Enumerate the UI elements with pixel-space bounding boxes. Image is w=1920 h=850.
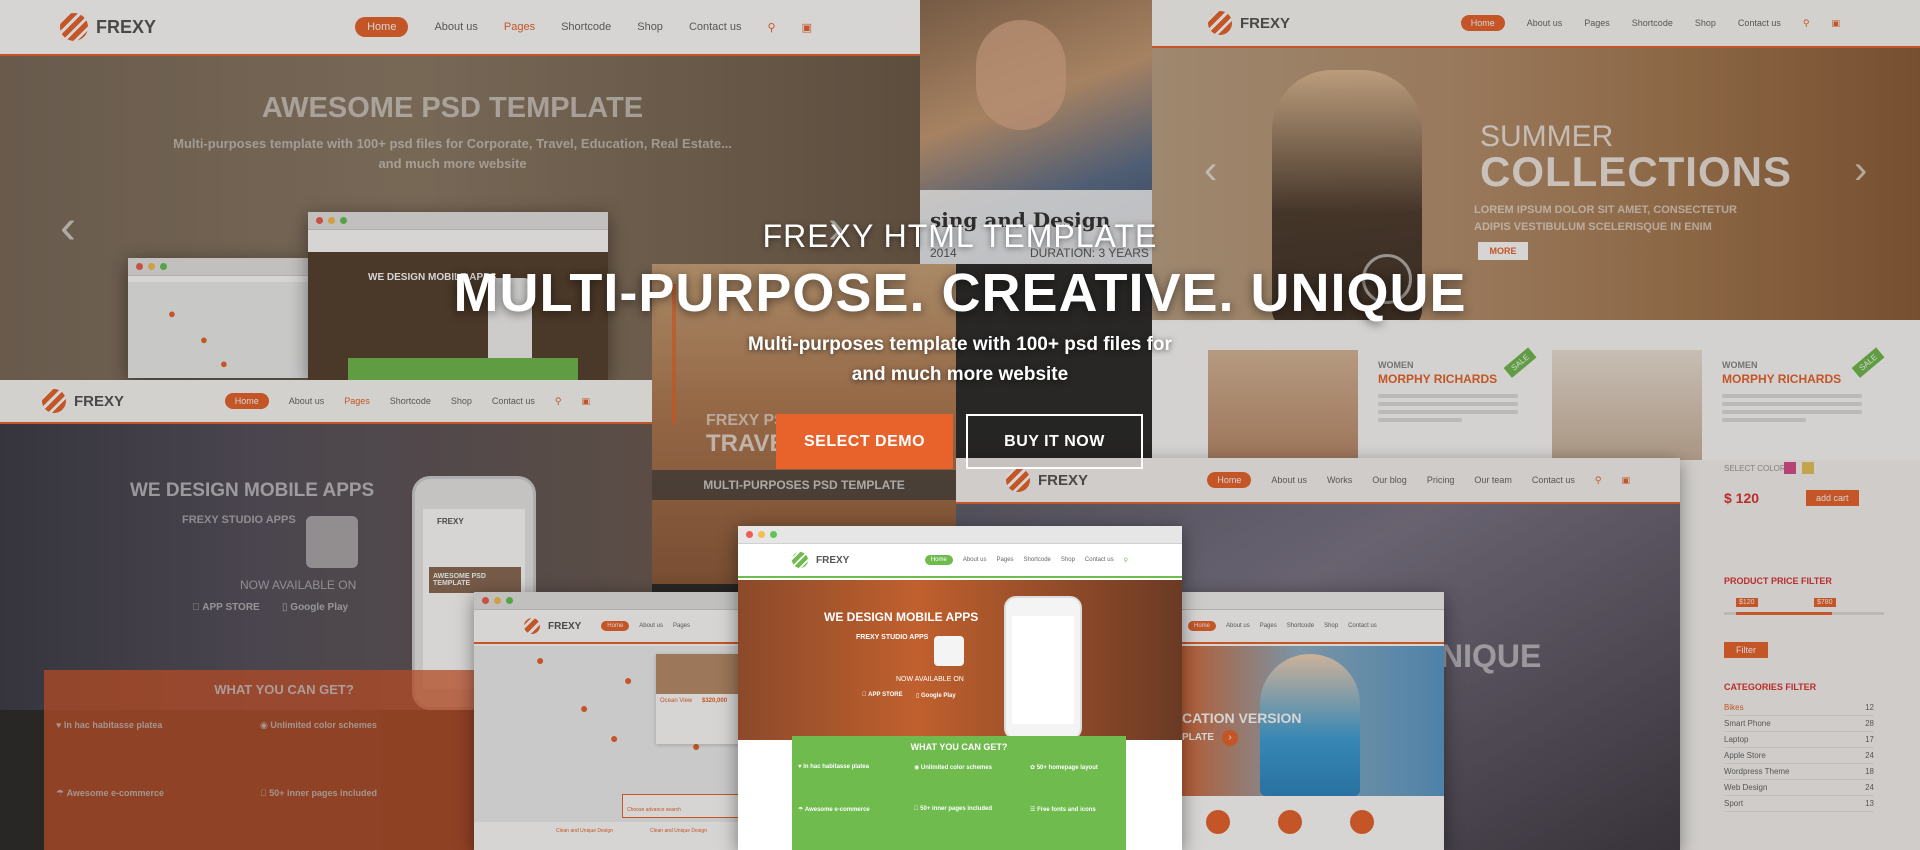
center-hero-available: NOW AVAILABLE ON bbox=[896, 676, 964, 683]
hero-subtitle-line2: and much more website bbox=[851, 364, 1069, 385]
select-demo-button[interactable]: SELECT DEMO bbox=[776, 414, 953, 469]
feature-item: ☰ Free fonts and icons bbox=[1030, 807, 1096, 813]
brand-name: FREXY bbox=[816, 554, 850, 566]
center-logo[interactable]: FREXY bbox=[792, 552, 849, 568]
hero-kicker: FREXY HTML TEMPLATE bbox=[762, 218, 1158, 254]
search-icon[interactable]: ⚲ bbox=[1124, 557, 1128, 564]
feature-item: ♥ In hac habitasse platea bbox=[798, 764, 869, 770]
app-store-badge[interactable]:  APP STORE bbox=[862, 692, 903, 698]
feature-item:  50+ inner pages included bbox=[914, 806, 992, 812]
center-band-title: WHAT YOU CAN GET? bbox=[910, 742, 1008, 752]
heart-icon: ♥ bbox=[798, 764, 802, 770]
feature-item: ✿ 50+ homepage layout bbox=[1030, 765, 1098, 771]
feature-item: ◉ Unlimited color schemes bbox=[914, 765, 992, 771]
center-browser-tile: FREXY Home About us Pages Shortcode Shop… bbox=[738, 526, 1182, 850]
apple-icon:  bbox=[914, 806, 919, 812]
hero-title: MULTI-PURPOSE. CREATIVE. UNIQUE bbox=[453, 263, 1467, 323]
center-green-band: WHAT YOU CAN GET? ♥ In hac habitasse pla… bbox=[792, 736, 1126, 850]
apple-icon:  bbox=[862, 692, 867, 698]
leaf-icon: ✿ bbox=[1030, 765, 1036, 771]
nav-about[interactable]: About us bbox=[963, 557, 987, 563]
frexy-logo-icon bbox=[792, 552, 808, 568]
nav-contact[interactable]: Contact us bbox=[1085, 557, 1114, 563]
center-navbar: FREXY Home About us Pages Shortcode Shop… bbox=[738, 544, 1182, 578]
nav-pages[interactable]: Pages bbox=[997, 557, 1014, 563]
google-play-badge[interactable]: ▯ Google Play bbox=[916, 692, 956, 699]
nav-home[interactable]: Home bbox=[924, 555, 953, 565]
center-hero-title: WE DESIGN MOBILE APPS bbox=[824, 610, 979, 624]
center-hero: WE DESIGN MOBILE APPS FREXY STUDIO APPS … bbox=[738, 580, 1182, 740]
nav-shop[interactable]: Shop bbox=[1061, 557, 1075, 563]
center-hero-studio: FREXY STUDIO APPS bbox=[856, 634, 929, 641]
feature-item: ☂ Awesome e-commerce bbox=[798, 807, 870, 813]
hero-subtitle: Multi-purposes template with 100+ psd fi… bbox=[660, 330, 1260, 390]
camera-app-icon bbox=[934, 636, 964, 666]
camera-icon: ◉ bbox=[914, 765, 920, 771]
hero-subtitle-line1: Multi-purposes template with 100+ psd fi… bbox=[748, 334, 1172, 355]
buy-it-now-button[interactable]: BUY IT NOW bbox=[966, 414, 1143, 469]
phone-icon: ▯ bbox=[916, 693, 920, 699]
umbrella-icon: ☂ bbox=[798, 807, 804, 813]
nav-shortcode[interactable]: Shortcode bbox=[1024, 557, 1051, 563]
phone-mockup bbox=[1004, 596, 1082, 740]
font-icon: ☰ bbox=[1030, 807, 1036, 813]
browser-bar bbox=[738, 526, 1182, 544]
